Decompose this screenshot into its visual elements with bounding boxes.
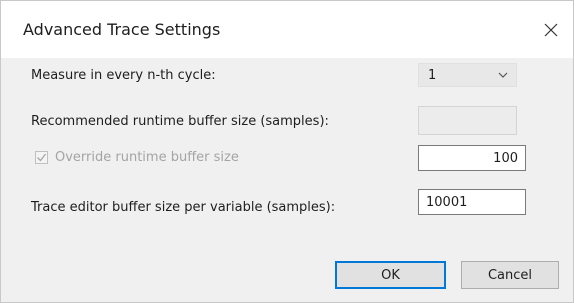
title-bar: Advanced Trace Settings	[1, 1, 573, 58]
dialog-title: Advanced Trace Settings	[23, 20, 221, 39]
editor-buffer-input[interactable]	[418, 189, 526, 215]
editor-buffer-label: Trace editor buffer size per variable (s…	[31, 200, 336, 215]
chevron-down-icon	[498, 71, 508, 79]
close-icon	[544, 23, 558, 37]
override-buffer-checkbox[interactable]	[35, 151, 48, 164]
advanced-trace-settings-dialog: Advanced Trace Settings Measure in every…	[0, 0, 574, 303]
checkmark-icon	[37, 153, 47, 162]
recommended-buffer-field	[418, 106, 517, 135]
measure-cycle-selected-value: 1	[428, 68, 437, 83]
override-buffer-label: Override runtime buffer size	[55, 150, 239, 165]
measure-cycle-label: Measure in every n-th cycle:	[31, 68, 216, 83]
close-button[interactable]	[536, 17, 566, 43]
recommended-buffer-label: Recommended runtime buffer size (samples…	[31, 114, 329, 129]
cancel-button[interactable]: Cancel	[461, 261, 559, 289]
ok-button[interactable]: OK	[335, 261, 446, 289]
measure-cycle-dropdown[interactable]: 1	[418, 63, 517, 87]
override-buffer-input[interactable]	[418, 145, 526, 171]
